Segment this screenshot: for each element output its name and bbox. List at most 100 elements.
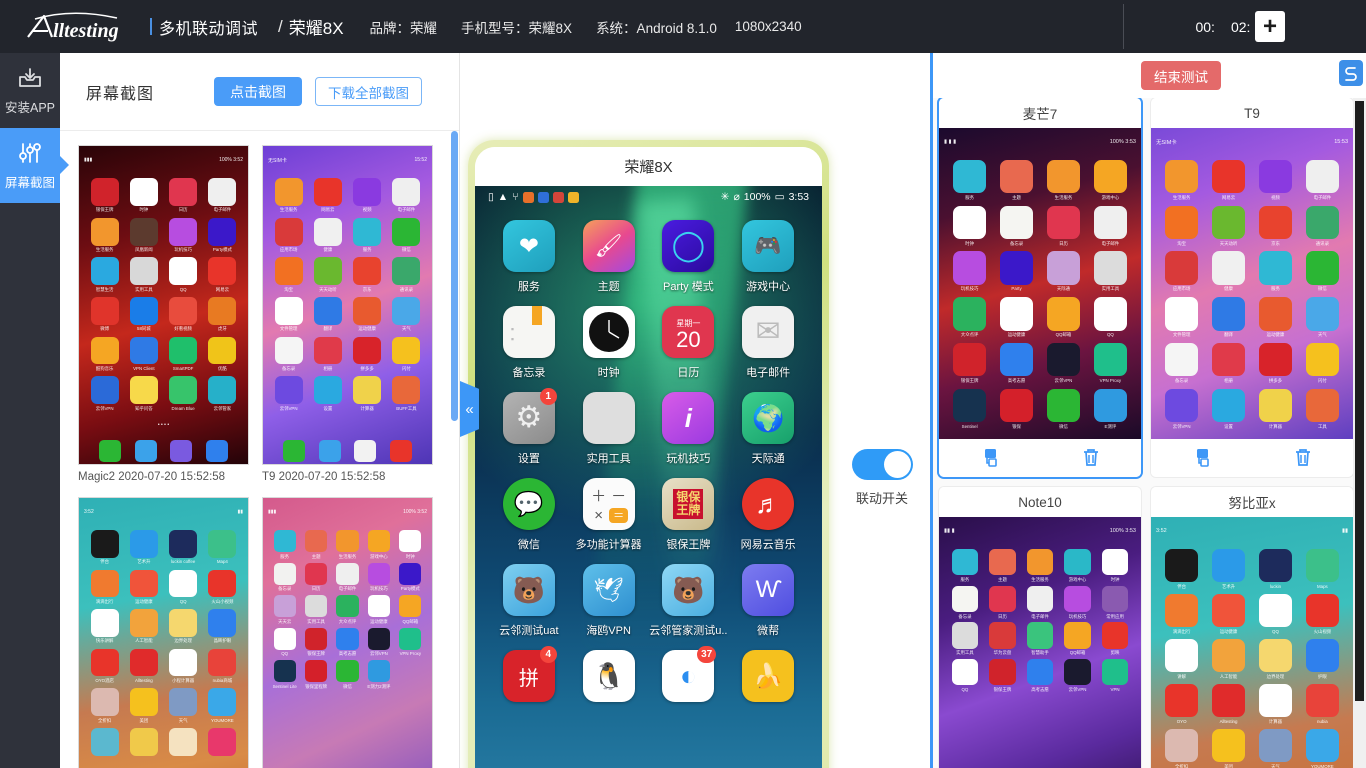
clock-icon <box>582 306 635 358</box>
bluetooth-icon: ✳ <box>720 191 730 203</box>
app-header: lltesting 多机联动调试 / 荣耀8X 品牌：荣耀 手机型号：荣耀8X … <box>0 0 1366 53</box>
qq-penguin-icon: 🐧 <box>582 650 635 702</box>
screenshot-thumbnail[interactable]: 无SIM卡 15:52 生活服务 网易云 视频 电子邮件 应用市场 健康 服务 微… <box>262 145 433 465</box>
download-all-screenshots-button[interactable]: 下载全部截图 <box>315 77 423 106</box>
trash-icon[interactable] <box>1071 447 1111 469</box>
add-time-button[interactable]: + <box>1255 11 1285 42</box>
app-label: 游戏中心 <box>746 281 791 293</box>
screenshot-panel-scrollbar[interactable] <box>451 131 458 421</box>
app-icon-item[interactable]: 🕊 海鸥VPN <box>569 564 649 638</box>
app-icon-item[interactable]: 4 拼 <box>489 646 569 708</box>
end-test-button[interactable]: 结束测试 <box>1141 61 1221 90</box>
screenshot-list: ▮▮▮ 100% 3:52 银保王牌 时钟 日历 电子邮件 生活服务 凤凰新闻 玩… <box>60 131 459 768</box>
linkage-toggle[interactable] <box>851 449 913 480</box>
capture-screenshot-button[interactable]: 点击截图 <box>214 77 303 106</box>
alltesting-logo[interactable]: lltesting <box>22 10 134 44</box>
device-brand: 品牌：荣耀 <box>369 20 438 36</box>
app-icon-item[interactable]: ♬ 网易云音乐 <box>728 478 808 552</box>
app-label: 多功能计算器 <box>575 539 642 551</box>
app-label: 主题 <box>597 281 620 293</box>
trash-icon[interactable] <box>1283 447 1323 469</box>
device-mirror-area: 荣耀8X ▯ ▲ ⑂ ✳ ⌀ 100% ▭ 3:53 ❤ 服务 🖌 主题 ◯ P… <box>460 53 930 768</box>
swap-icon[interactable] <box>970 447 1010 469</box>
linkage-label: 联动开关 <box>855 491 908 506</box>
support-icon[interactable] <box>1339 60 1363 86</box>
phone-title: 荣耀8X <box>475 147 822 186</box>
app-label: 玩机技巧 <box>666 453 711 465</box>
app-icon-item[interactable]: 时钟 <box>569 306 649 380</box>
device-card[interactable]: 努比亚x 3:52 ▮▮ 伴台 艺术升 luckin Maps 滴滴出行 运动健康… <box>1151 487 1353 768</box>
sidebar-item-install-app[interactable]: 安装APP <box>0 53 60 128</box>
screenshot-item: 无SIM卡 15:52 生活服务 网易云 视频 电子邮件 应用市场 健康 服务 微… <box>262 145 433 483</box>
app-icon-item[interactable]: 37 ◐ <box>649 646 729 708</box>
app-icon-item[interactable]: 实用工具 <box>569 392 649 466</box>
left-rail: 安装APP 屏幕截图 <box>0 53 69 768</box>
sliders-icon <box>19 142 41 163</box>
app-icon-item[interactable]: ✉ 电子邮件 <box>728 306 808 380</box>
app-badge: 37 <box>697 646 717 663</box>
header-separator <box>150 18 152 35</box>
mute-icon: ⌀ <box>733 191 740 203</box>
settings-badge: 1 <box>539 388 557 405</box>
device-card-name: 麦芒7 <box>939 98 1141 128</box>
device-card-screenshot[interactable]: ▮ ▮ ▮ 100% 3:53 服务 主题 生活服务 游戏中心 时钟 备忘录 日历… <box>939 128 1141 439</box>
app-label: 电子邮件 <box>746 367 791 379</box>
phone-inner: 荣耀8X ▯ ▲ ⑂ ✳ ⌀ 100% ▭ 3:53 ❤ 服务 🖌 主题 ◯ P… <box>475 147 822 768</box>
notification-icon-4 <box>567 191 579 203</box>
app-label: 银保王牌 <box>666 539 711 551</box>
app-icon-item[interactable]: Ⱳ 微帮 <box>728 564 808 638</box>
device-list-panel: 结束测试 麦芒7 ▮ ▮ ▮ 100% 3:53 服务 主题 生活服务 游戏中心 … <box>930 53 1366 768</box>
screenshot-thumbnail[interactable]: 3:52 ▮▮ 伴台 艺术升 luckin coffee Map4 滴滴出行 运动… <box>78 497 249 768</box>
notification-icon-2 <box>537 191 549 203</box>
collapse-panel-button[interactable]: « <box>460 381 479 437</box>
install-tray-icon <box>19 67 41 87</box>
sidebar-item-screenshot[interactable]: 屏幕截图 <box>0 128 69 203</box>
breadcrumb-slash: / <box>278 16 283 36</box>
device-panel-scrollbar[interactable] <box>1355 101 1364 701</box>
device-card[interactable]: 麦芒7 ▮ ▮ ▮ 100% 3:53 服务 主题 生活服务 游戏中心 时钟 备忘… <box>939 98 1141 477</box>
app-icon-item[interactable]: 星期一 20 日历 <box>649 306 729 380</box>
calendar-icon: 星期一 20 <box>662 306 715 358</box>
notification-icon-1 <box>522 191 534 203</box>
panel-title: 屏幕截图 <box>86 85 155 103</box>
app-label: 天际通 <box>751 453 785 465</box>
app-icon-item[interactable]: 1 ⚙ 设置 <box>489 388 569 466</box>
app-icon-item[interactable]: ▪ ▪ 备忘录 <box>489 306 569 380</box>
app-label: 网易云音乐 <box>740 539 796 551</box>
app-icon-item[interactable]: i 玩机技巧 <box>649 392 729 466</box>
app-icon-item[interactable]: 银保 王牌 银保王牌 <box>649 478 729 552</box>
device-card-screenshot[interactable]: 无SIM卡 15:53 生活服务 网易云 视频 电子邮件 淘宝 天天动听 京东 通… <box>1151 128 1353 439</box>
app-icon-item[interactable]: 🐻 云邻管家测试u.. <box>649 564 729 638</box>
screenshot-thumbnail[interactable]: ▮▮▮ 100% 3:52 银保王牌 时钟 日历 电子邮件 生活服务 凤凰新闻 玩… <box>78 145 249 465</box>
app-icon-item[interactable]: 🎮 游戏中心 <box>728 220 808 294</box>
app-label: 海鸥VPN <box>586 625 631 637</box>
swap-icon[interactable] <box>1182 447 1222 469</box>
app-icon-item[interactable]: ❤ 服务 <box>489 220 569 294</box>
timer-hours: 00: <box>1195 18 1215 35</box>
app-icon-item[interactable]: ＋－ × ＝ 多功能计算器 <box>569 478 649 552</box>
app-icon-item[interactable]: 🐻 云邻测试uat <box>489 564 569 638</box>
device-card-actions <box>939 439 1141 477</box>
sim-icon: ▯ <box>488 191 494 203</box>
app-label: 实用工具 <box>586 453 631 465</box>
screenshot-item: ▮▮▮ 100% 3:52 银保王牌 时钟 日历 电子邮件 生活服务 凤凰新闻 玩… <box>78 145 249 483</box>
device-card-screenshot[interactable]: ▮▮ ▮ 100% 3:53 服务 主题 生活服务 游戏中心 时钟 备忘录 日历 … <box>939 517 1141 768</box>
app-icon-item[interactable]: ◯ Party 模式 <box>649 220 729 294</box>
screenshot-thumbnail[interactable]: ▮▮▮ 100% 3:52 服务 主题 生活服务 游戏中心 时钟 备忘录 日历 电… <box>262 497 433 768</box>
phone-screen[interactable]: ▯ ▲ ⑂ ✳ ⌀ 100% ▭ 3:53 ❤ 服务 🖌 主题 ◯ Party … <box>475 186 822 768</box>
wechat-icon: 💬 <box>502 478 555 530</box>
app-icon-item[interactable]: 💬 微信 <box>489 478 569 552</box>
device-card[interactable]: T9 无SIM卡 15:53 生活服务 网易云 视频 电子邮件 淘宝 天天动听 京… <box>1151 98 1353 477</box>
device-model: 手机型号：荣耀8X <box>461 20 573 36</box>
app-icon-item[interactable]: 🍌 <box>728 650 808 708</box>
app-icon-item[interactable]: 🌍 天际通 <box>728 392 808 466</box>
device-card-screenshot[interactable]: 3:52 ▮▮ 伴台 艺术升 luckin Maps 滴滴出行 运动健康 QQ 火… <box>1151 517 1353 768</box>
app-icon-item[interactable]: 🐧 <box>569 650 649 708</box>
paintbrush-icon: 🖌 <box>582 220 635 272</box>
app-icon-item[interactable]: 🖌 主题 <box>569 220 649 294</box>
device-card-actions <box>1151 439 1353 477</box>
device-card[interactable]: Note10 ▮▮ ▮ 100% 3:53 服务 主题 生活服务 游戏中心 时钟 … <box>939 487 1141 768</box>
battery-percent: 100% <box>743 191 771 203</box>
banana-icon: 🍌 <box>742 650 795 702</box>
header-vertical-divider <box>1123 4 1124 49</box>
